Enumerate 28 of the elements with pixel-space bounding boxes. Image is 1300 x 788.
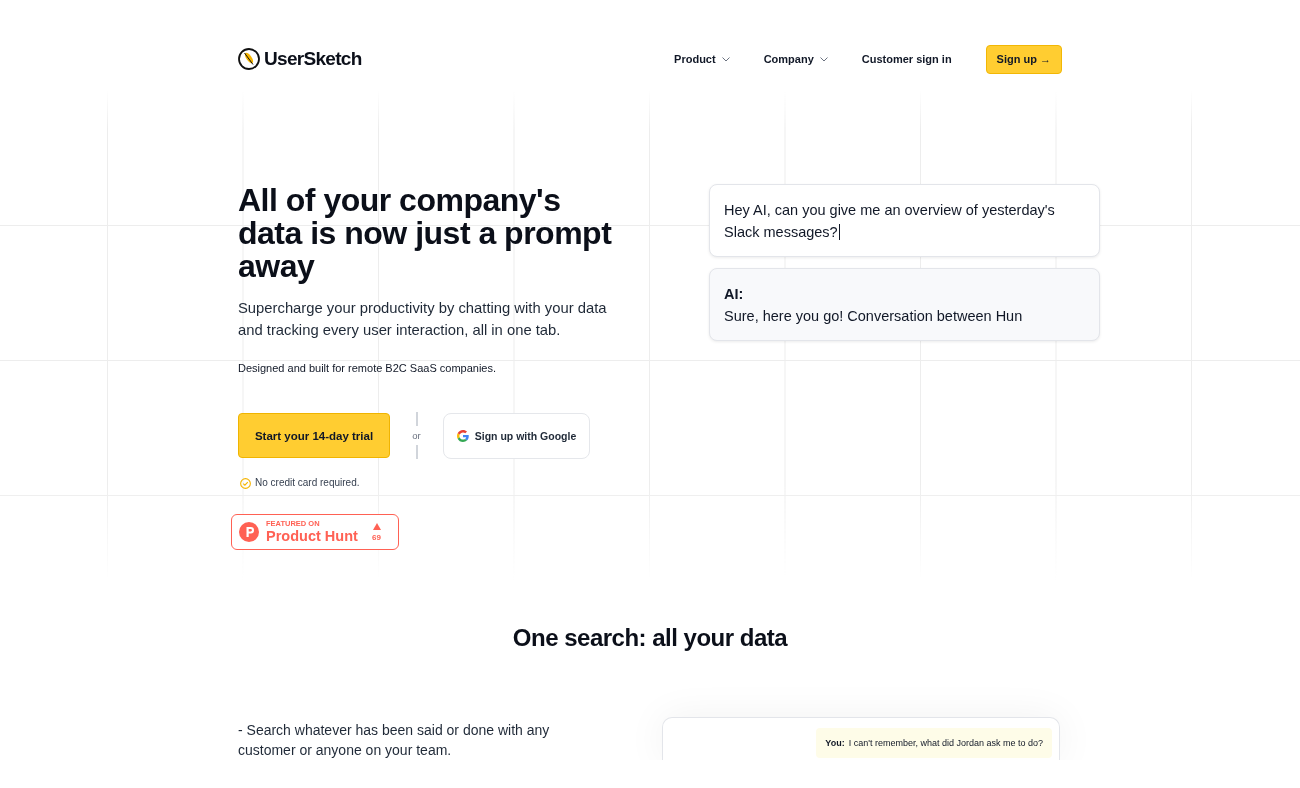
- upvote-triangle-icon: [372, 522, 381, 530]
- hero-tagline: Designed and built for remote B2C SaaS companies.: [238, 361, 497, 376]
- note-text: No credit card required.: [255, 476, 360, 490]
- google-sign-up-button[interactable]: Sign up with Google: [443, 412, 590, 459]
- chevron-down-icon: [721, 56, 730, 62]
- badge-name: Product Hunt: [266, 528, 358, 544]
- check-circle-icon: [240, 477, 251, 489]
- logo-link[interactable]: UserSketch: [238, 48, 362, 70]
- google-icon: [456, 429, 469, 442]
- start-trial-button[interactable]: Start your 14-day trial: [238, 413, 390, 458]
- product-hunt-logo-icon: [239, 522, 259, 542]
- separator-text: or: [412, 430, 421, 441]
- speaker-label: You:: [825, 738, 845, 748]
- vote-count: 69: [372, 532, 381, 542]
- section-heading: One search: all your data: [511, 623, 789, 653]
- speaker-label: AI:: [724, 285, 745, 304]
- sign-up-button[interactable]: Sign up →: [985, 44, 1062, 74]
- nav-dropdown-link[interactable]: Company: [763, 53, 828, 65]
- hero-subtitle: Supercharge your productivity by chatting with your data and tracking every user interaction, all in one tab.: [238, 299, 608, 340]
- hero-heading: All of your company's data is now just a prompt away: [238, 184, 613, 283]
- answer-text: Sure, here you go! Conversation between Hun: [724, 307, 1024, 326]
- feature-text: - Search whatever has been said or done with any customer or anyone on your team.: [238, 721, 551, 760]
- nav-dropdown-link[interactable]: Product: [674, 53, 730, 65]
- nav-link[interactable]: Customer sign in: [861, 53, 952, 65]
- message-text: I can't remember, what did Jordan ask me to do?: [848, 738, 1043, 748]
- quill-logo-icon: [238, 48, 260, 70]
- prompt-text: Hey AI, can you give me an overview of yesterday's Slack messages?: [724, 202, 1055, 240]
- chevron-down-icon: [819, 56, 828, 62]
